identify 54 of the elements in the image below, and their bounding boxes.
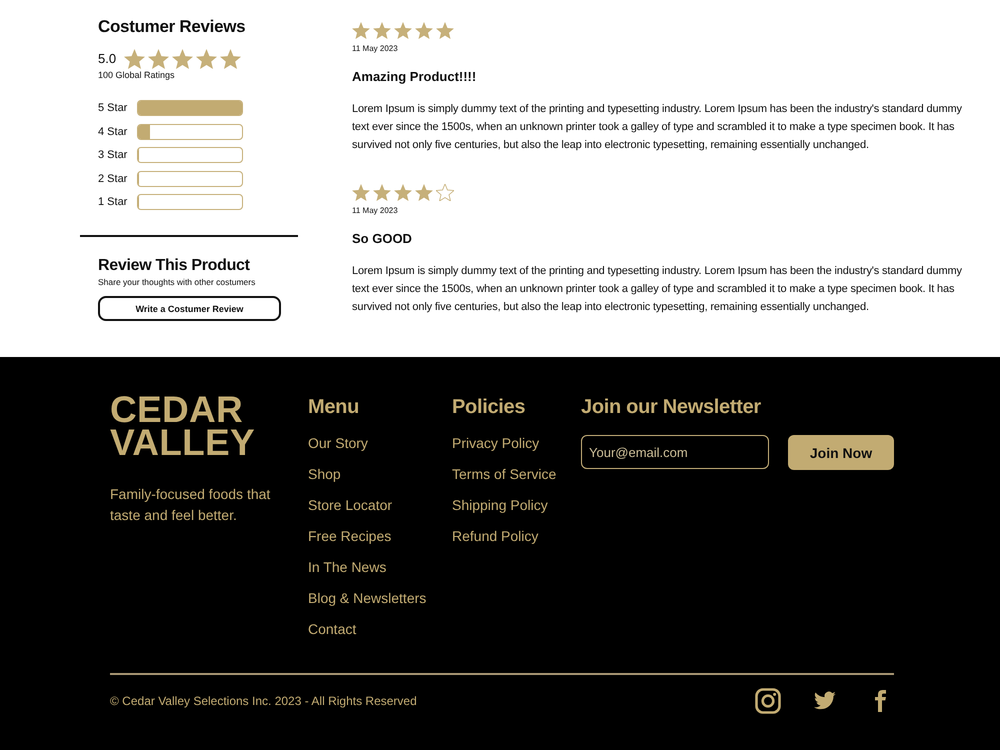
- footer-link[interactable]: Refund Policy: [452, 526, 581, 546]
- star-level-label: 5 Star: [98, 101, 128, 115]
- footer-link[interactable]: Free Recipes: [308, 526, 452, 546]
- email-field[interactable]: Your@email.com: [581, 435, 769, 469]
- star-icon: [436, 22, 454, 39]
- star-icon: [148, 49, 170, 69]
- star-icon: [394, 184, 412, 201]
- star-icon: [352, 184, 370, 201]
- star-level-label: 2 Star: [98, 172, 128, 186]
- star-icon: [394, 22, 412, 39]
- star-icon: [415, 22, 433, 39]
- footer-link[interactable]: Shop: [308, 464, 452, 484]
- section-title: Review This Product: [98, 256, 251, 275]
- star-icon: [124, 49, 146, 69]
- empty-star-icon: [436, 184, 454, 201]
- star-icon: [373, 184, 391, 201]
- footer-link[interactable]: Our Story: [308, 433, 452, 453]
- star-level-label: 3 Star: [98, 148, 128, 162]
- section-subtitle: Share your thoughts with other costumers: [98, 277, 256, 288]
- review-text: Lorem Ipsum is simply dummy text of the printing and typesetting industry. Lorem Ipsum has been the industry's standard dummy text ever since the 1500s, when an unknown printer took a galley of type and scrambled it to make a type specimen book. It has survived not only five centuries, but also the leap into electronic typesetting, remaining essentially unchanged.: [352, 102, 963, 153]
- write-review-button[interactable]: Write a Costumer Review: [98, 296, 281, 321]
- star-level-label: 1 Star: [98, 195, 128, 209]
- join-now-button[interactable]: Join Now: [788, 435, 894, 470]
- footer-link[interactable]: In The News: [308, 557, 452, 577]
- footer-link[interactable]: Store Locator: [308, 495, 452, 515]
- footer-link[interactable]: Terms of Service: [452, 464, 581, 484]
- average-rating: 5.0: [98, 51, 116, 67]
- column-heading: Policies: [452, 395, 526, 419]
- copyright-text: © Cedar Valley Selections Inc. 2023 - All Rights Reserved: [110, 694, 418, 708]
- twitter-icon[interactable]: [814, 691, 836, 710]
- footer-link[interactable]: Privacy Policy: [452, 433, 581, 453]
- review-title: So GOOD: [352, 231, 413, 247]
- star-icon: [220, 49, 242, 69]
- star-icon: [352, 22, 370, 39]
- star-icon: [373, 22, 391, 39]
- star-icon: [196, 49, 218, 69]
- instagram-icon[interactable]: [755, 688, 781, 714]
- ratings-count: 100 Global Ratings: [98, 70, 176, 81]
- review-text: Lorem Ipsum is simply dummy text of the printing and typesetting industry. Lorem Ipsum has been the industry's standard dummy text ever since the 1500s, when an unknown printer took a galley of type and scrambled it to make a type specimen book. It has survived not only five centuries, but also the leap into electronic typesetting, remaining essentially unchanged.: [352, 264, 963, 315]
- footer-link[interactable]: Blog & Newsletters: [308, 588, 452, 608]
- star-icon: [172, 49, 194, 69]
- brand-tagline: Family-focused foods that taste and feel better.: [110, 485, 272, 525]
- review-date: 11 May 2023: [352, 206, 399, 216]
- footer-link[interactable]: Shipping Policy: [452, 495, 581, 515]
- column-heading: Menu: [308, 395, 360, 419]
- review-title: Amazing Product!!!!: [352, 69, 478, 85]
- brand-logo: CEDAR VALLEY: [110, 393, 256, 459]
- section-title: Costumer Reviews: [98, 17, 246, 37]
- review-date: 11 May 2023: [352, 44, 399, 54]
- column-heading: Join our Newsletter: [581, 395, 762, 419]
- star-level-label: 4 Star: [98, 124, 128, 138]
- facebook-icon[interactable]: [875, 690, 886, 712]
- footer-link[interactable]: Contact: [308, 619, 452, 639]
- star-icon: [415, 184, 433, 201]
